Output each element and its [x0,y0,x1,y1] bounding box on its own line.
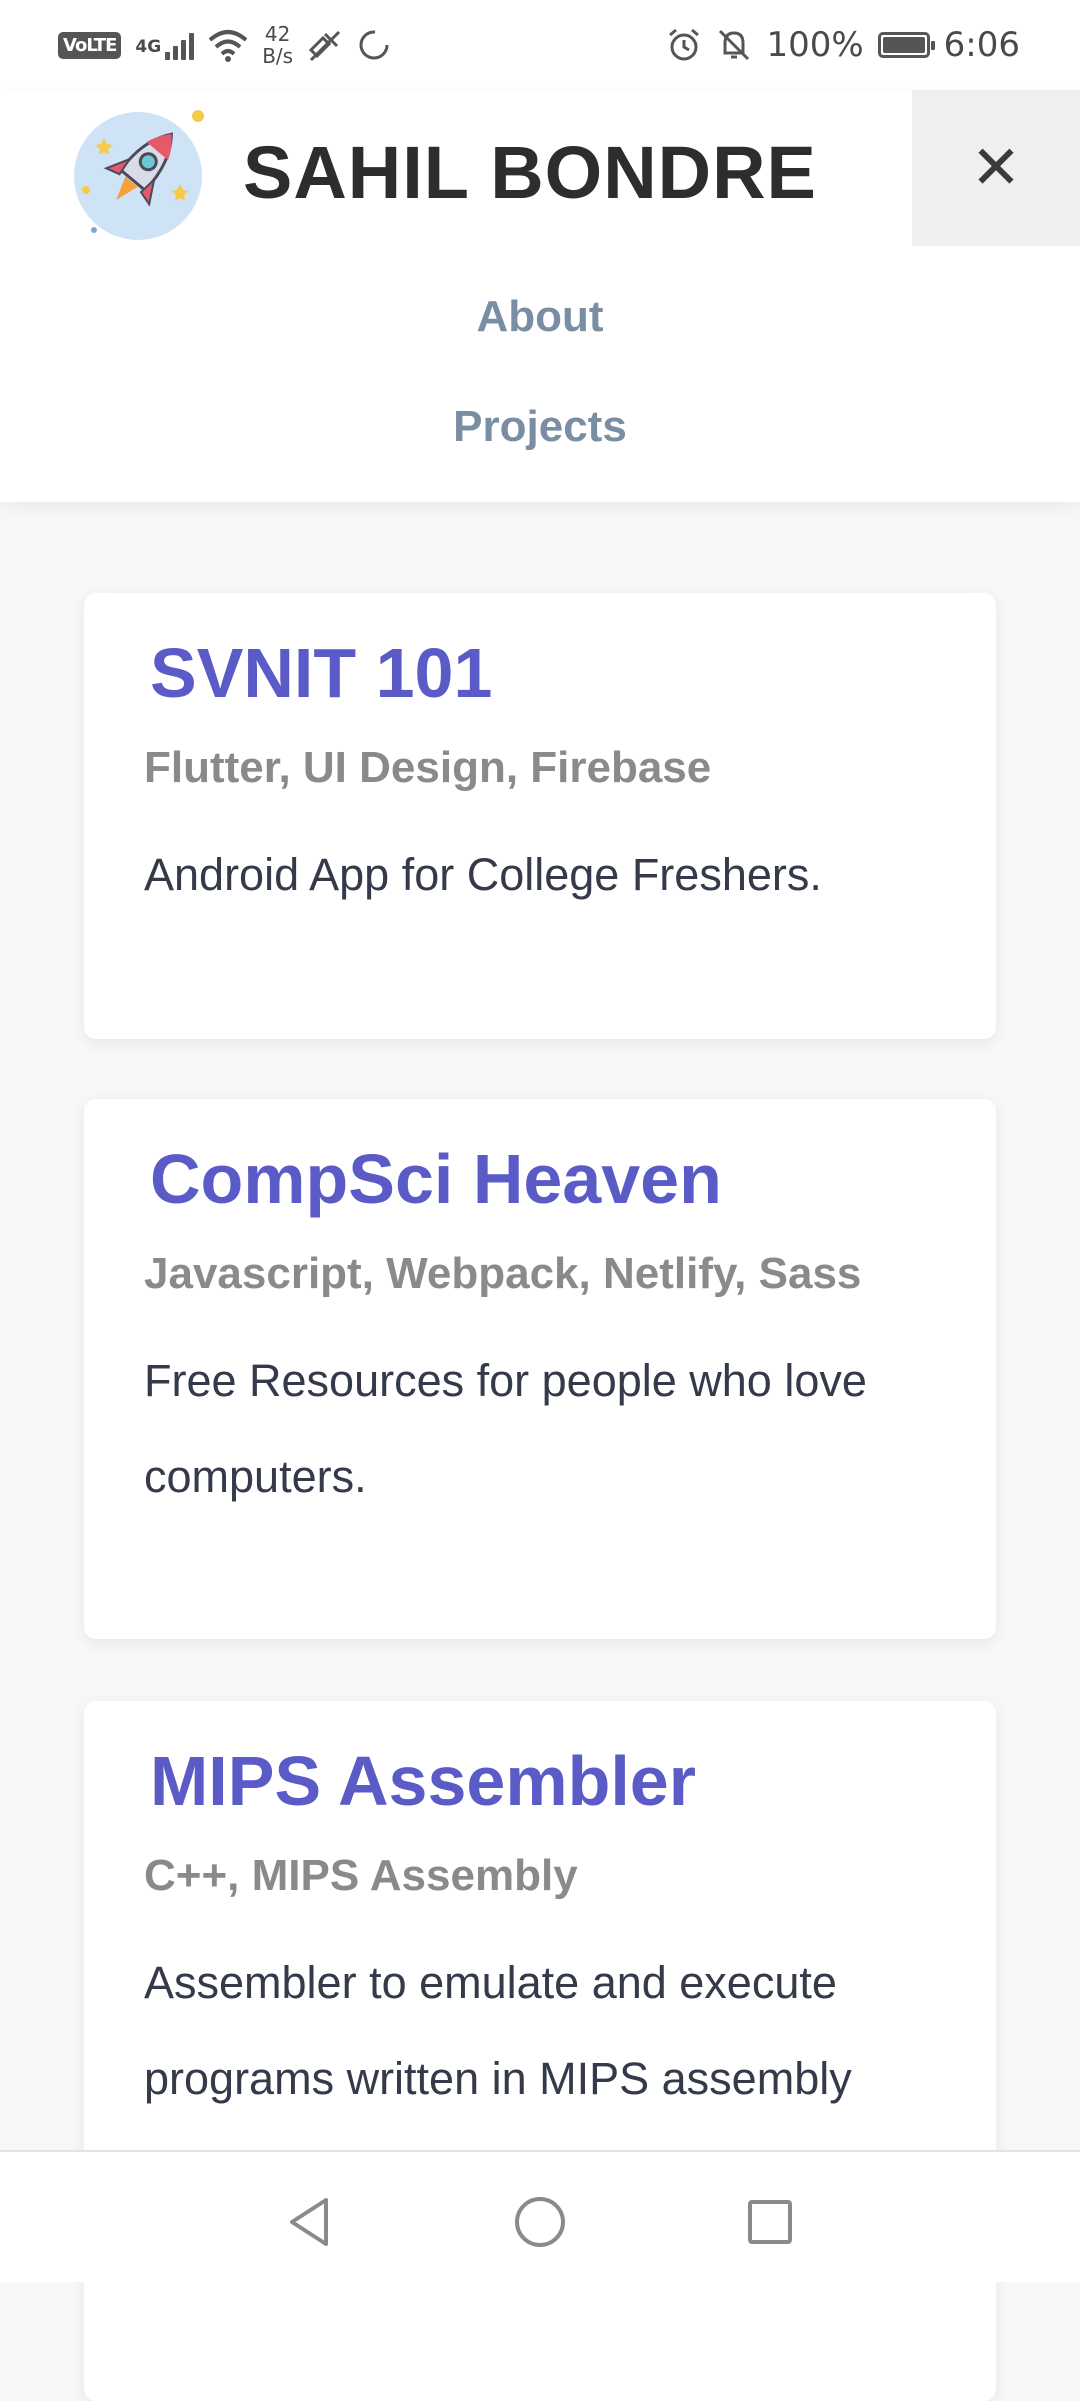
project-card: MIPS Assembler C++, MIPS Assembly Assemb… [84,1701,996,2401]
back-triangle-icon[interactable] [282,2194,338,2250]
wifi-icon [208,30,248,62]
no-location-icon [308,30,341,62]
project-tags: Flutter, UI Design, Firebase [144,743,712,792]
project-card: CompSci Heaven Javascript, Webpack, Netl… [84,1099,996,1639]
volte-badge: VoLTE [58,31,122,59]
project-title[interactable]: SVNIT 101 [150,633,492,713]
battery-icon [877,32,935,58]
home-circle-icon[interactable] [512,2194,568,2250]
project-description: Free Resources for people who love compu… [144,1355,867,1502]
alarm-icon [669,28,700,61]
battery-percent: 100% [766,25,864,65]
network-type: 4G [135,37,162,57]
nav-link-projects[interactable]: Projects [0,402,1080,452]
sync-icon [359,30,389,60]
signal-icon [165,30,195,60]
project-tags: Javascript, Webpack, Netlify, Sass [144,1249,862,1298]
project-title[interactable]: MIPS Assembler [150,1741,696,1821]
mute-bell-icon [719,29,750,61]
recents-square-icon[interactable] [742,2194,798,2250]
close-icon: ✕ [970,134,1022,201]
status-right: 100% 6:06 [666,25,1020,65]
speed-value: 42 [264,22,291,46]
speed-unit: B/s [262,44,294,68]
network-speed: 42 B/s [262,23,293,67]
status-bar: VoLTE 4G 42 B/s 100% 6:06 [0,0,1080,90]
project-tags: C++, MIPS Assembly [144,1851,578,1900]
site-header: SAHIL BONDRE ✕ About Projects [0,90,1080,502]
site-title[interactable]: SAHIL BONDRE [243,130,817,215]
project-description: Assembler to emulate and execute program… [144,1957,852,2104]
project-title[interactable]: CompSci Heaven [150,1139,722,1219]
system-nav-bar [0,2150,1080,2282]
project-description: Android App for College Freshers. [144,849,822,900]
project-card: SVNIT 101 Flutter, UI Design, Firebase A… [84,593,996,1039]
clock: 6:06 [943,25,1020,65]
close-menu-button[interactable]: ✕ [912,90,1080,246]
nav-link-about[interactable]: About [0,292,1080,342]
rocket-logo-icon[interactable] [68,104,208,244]
status-left: VoLTE 4G 42 B/s [58,23,391,67]
